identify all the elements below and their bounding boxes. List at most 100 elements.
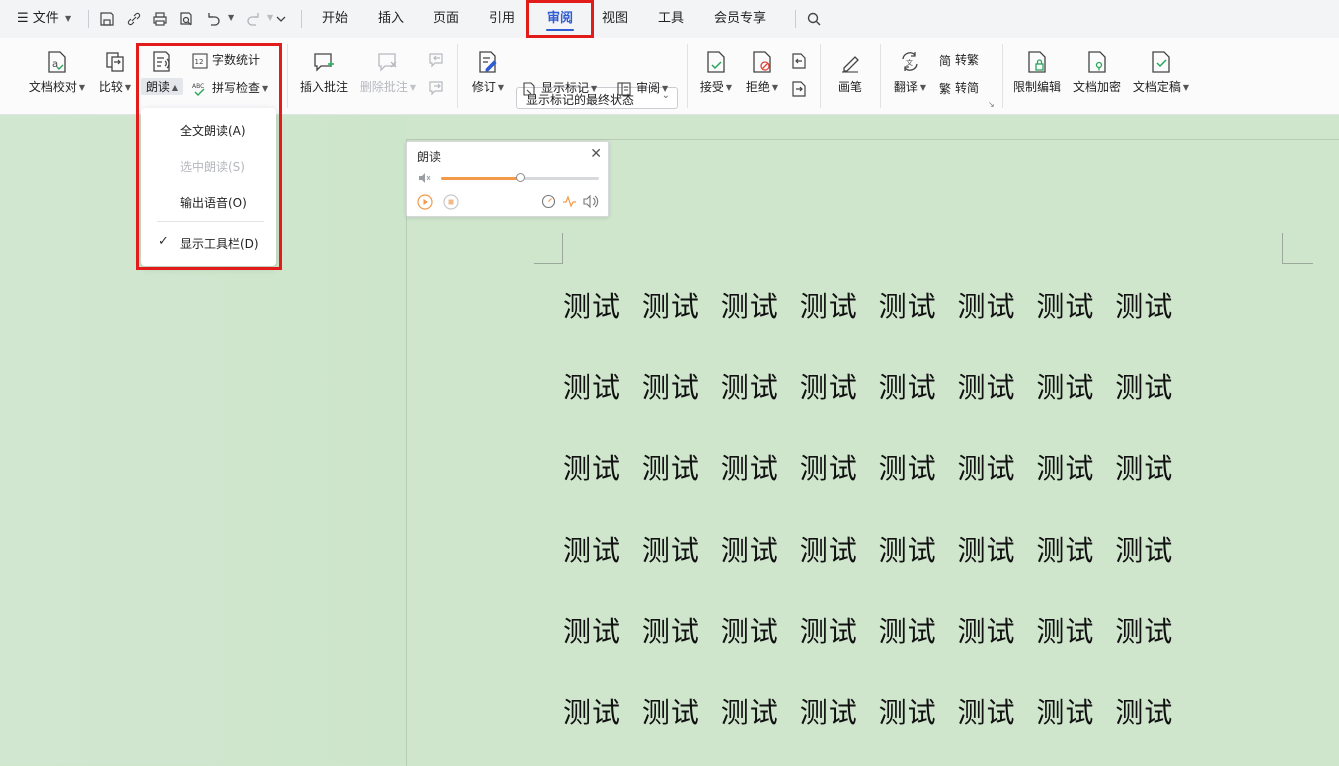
stop-icon[interactable] [443,194,459,210]
proofread-icon: a [48,51,66,73]
crop-mark-right [1282,233,1313,264]
tab-insert[interactable]: 插入 [371,0,411,38]
svg-text:12: 12 [195,58,204,66]
document-line[interactable]: 测试 测试 测试 测试 测试 测试 测试 测试 [563,529,1173,569]
tab-page[interactable]: 页面 [426,0,466,38]
svg-text:ABC: ABC [192,83,204,90]
tab-home[interactable]: 开始 [315,0,355,38]
compare-button[interactable]: 比较 ▼ [96,50,134,95]
accept-label: 接受 [699,80,724,94]
hamburger-icon: ☰ [17,11,29,26]
delete-comment-icon [378,53,397,72]
restrict-edit-button[interactable]: 限制编辑 [1010,50,1064,95]
document-line[interactable]: 测试 测试 测试 测试 测试 测试 测试 测试 [563,366,1173,406]
review-pane-icon [617,81,631,96]
read-aloud-button[interactable]: 朗读 ▲ [141,50,183,95]
compare-icon [106,52,124,72]
document-line[interactable]: 测试 测试 测试 测试 测试 测试 测试 测试 [563,447,1173,487]
read-aloud-label: 朗读 [145,80,170,94]
volume-slider-thumb[interactable] [516,173,525,182]
read-aloud-menu: 全文朗读(A) 选中朗读(S) 输出语音(O) ✓ 显示工具栏(D) [141,108,276,266]
show-markup-label: 显示标记 [541,81,590,95]
show-markup-icon [523,81,535,96]
tab-tools[interactable]: 工具 [651,0,691,38]
checkmark-icon: ✓ [158,234,169,249]
document-line[interactable]: 测试 测试 测试 测试 测试 测试 测试 测试 [563,285,1173,325]
proofread-button[interactable]: a 文档校对 ▼ [26,50,88,95]
menu-item-read-selection[interactable]: 选中朗读(S) [180,158,245,175]
menu-item-export-audio[interactable]: 输出语音(O) [180,194,247,211]
to-traditional-button[interactable]: 简转繁 [939,50,979,70]
play-icon[interactable] [417,194,433,210]
review-pane-label: 审阅 [636,81,661,95]
document-line[interactable]: 测试 测试 测试 测试 测试 测试 测试 测试 [563,610,1173,650]
close-icon[interactable]: ✕ [590,146,602,162]
insert-comment-button[interactable]: 插入批注 [298,50,350,95]
to-simplified-button[interactable]: 繁转简 [939,78,979,98]
tab-review[interactable]: 审阅 [540,0,580,38]
word-count-label: 字数统计 [212,53,261,67]
svg-text:a: a [52,59,58,70]
print-icon[interactable] [152,11,168,27]
restrict-edit-label: 限制编辑 [1012,80,1061,94]
encrypt-label: 文档加密 [1072,80,1121,94]
speed-icon[interactable] [541,194,556,209]
tab-reference[interactable]: 引用 [482,0,522,38]
spell-check-button[interactable]: ABC 拼写检查 ▼ [192,78,268,98]
to-traditional-label: 转繁 [955,53,980,67]
next-change-icon[interactable] [790,80,808,98]
previous-change-icon[interactable] [790,52,808,70]
chevron-down-icon: ▼ [64,14,72,23]
file-menu-label: 文件 [32,11,59,26]
pitch-icon[interactable] [562,194,577,209]
encrypt-button[interactable]: 文档加密 [1070,50,1124,95]
volume-icon[interactable] [417,171,431,185]
insert-comment-label: 插入批注 [299,80,348,94]
accept-icon [707,51,725,73]
finalize-icon [1152,51,1170,73]
file-menu[interactable]: ☰ 文件 ▼ [17,0,71,38]
crop-mark-left [534,233,563,264]
review-pane-button[interactable]: 审阅 ▼ [616,78,668,98]
share-link-icon[interactable] [126,11,142,27]
pen-button[interactable]: 画笔 [832,50,868,95]
reject-button[interactable]: 拒绝 ▼ [743,50,781,95]
word-count-button[interactable]: 12 字数统计 [192,50,260,70]
read-aloud-icon [153,51,170,72]
document-line[interactable]: 测试 测试 测试 测试 测试 测试 测试 测试 [563,691,1173,731]
print-preview-icon[interactable] [178,11,194,27]
undo-dropdown-icon[interactable]: ▼ [228,13,234,22]
delete-comment-button[interactable]: 删除批注 ▼ [358,50,418,95]
tab-member[interactable]: 会员专享 [706,0,774,38]
track-changes-label: 修订 [471,80,496,94]
more-chevron-icon[interactable] [273,11,289,27]
search-icon[interactable] [806,11,822,27]
translate-button[interactable]: 文 翻译 ▼ [891,50,929,95]
menu-item-read-all[interactable]: 全文朗读(A) [180,122,246,139]
reject-label: 拒绝 [745,80,770,94]
voice-settings-icon[interactable] [583,194,599,209]
accept-button[interactable]: 接受 ▼ [697,50,735,95]
tab-view[interactable]: 视图 [595,0,635,38]
expand-group-icon[interactable]: ↘ [988,100,995,109]
next-comment-icon[interactable] [428,80,446,96]
delete-comment-label: 删除批注 [359,80,408,94]
track-changes-icon [479,51,497,73]
show-markup-button[interactable]: 显示标记 ▼ [521,78,597,98]
volume-slider[interactable] [441,173,599,182]
finalize-button[interactable]: 文档定稿 ▼ [1130,50,1192,95]
save-icon[interactable] [99,11,115,27]
menu-divider [157,221,264,222]
track-changes-button[interactable]: 修订 ▼ [468,50,508,95]
redo-icon[interactable] [246,11,262,27]
to-simplified-label: 转简 [955,81,980,95]
volume-slider-fill [441,177,520,180]
review-ribbon: a 文档校对 ▼ 比较 ▼ 朗读 ▲ 12 字数统计 ABC 拼写检查 ▼ 插入… [0,38,1339,115]
undo-icon[interactable] [205,11,221,27]
encrypt-icon [1088,51,1106,73]
previous-comment-icon[interactable] [428,52,446,68]
word-count-icon: 12 [192,52,208,69]
menu-item-show-toolbar[interactable]: 显示工具栏(D) [180,235,259,252]
translate-label: 翻译 [893,80,918,94]
finalize-label: 文档定稿 [1132,80,1181,94]
